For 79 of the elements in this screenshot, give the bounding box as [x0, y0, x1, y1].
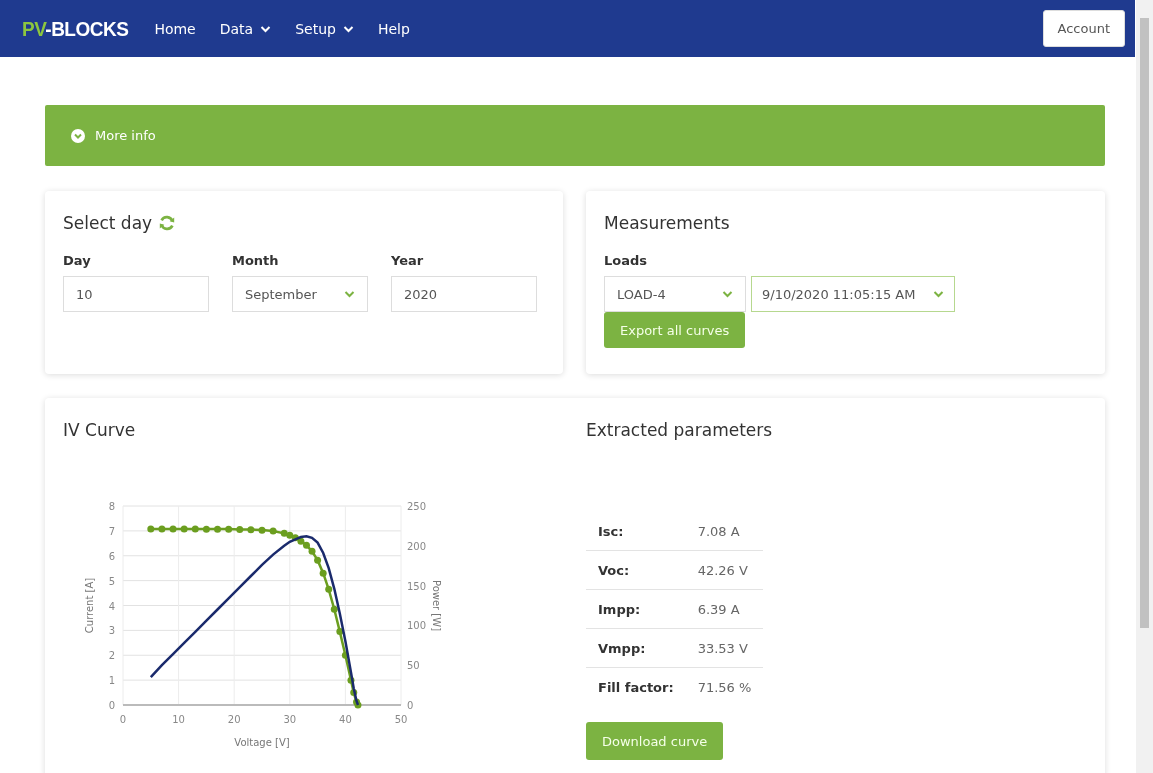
data-point — [169, 525, 177, 533]
time-select[interactable]: 9/10/2020 11:05:15 AM — [751, 276, 955, 312]
logo[interactable]: PV-BLOCKS — [22, 16, 129, 41]
tick-label: 50 — [407, 660, 420, 672]
tick-label: 4 — [108, 600, 115, 612]
data-point — [325, 585, 333, 593]
data-point — [191, 525, 199, 533]
nav-link[interactable]: Data — [219, 20, 272, 37]
tick-label: 0 — [108, 700, 115, 711]
tick-label: 20 — [227, 714, 241, 725]
tick-label: 0 — [119, 714, 127, 725]
data-point — [347, 676, 355, 684]
data-point — [269, 527, 277, 535]
scrollbar-thumb[interactable] — [1140, 18, 1149, 628]
data-point — [319, 569, 327, 577]
data-point — [180, 525, 188, 533]
field-label: Loads — [604, 253, 648, 268]
scrollbar[interactable] — [1136, 0, 1153, 773]
data-point — [336, 628, 344, 636]
axis-title: Current [A] — [84, 577, 95, 634]
tick-label: 40 — [339, 714, 352, 725]
parameter-name: Voc: — [586, 550, 686, 590]
tick-label: 250 — [407, 501, 427, 512]
tick-label: 5 — [108, 575, 115, 587]
tick-label: 2 — [108, 650, 115, 662]
data-point — [236, 525, 244, 533]
tick-label: 7 — [108, 525, 115, 537]
tick-label: 150 — [407, 580, 427, 592]
parameter-value: 42.26 V — [685, 550, 764, 590]
parameter-value: 6.39 A — [685, 589, 764, 629]
data-point — [214, 525, 221, 533]
load-select[interactable]: LOAD-4 — [604, 276, 746, 312]
card-title: Extracted parameters — [586, 420, 773, 440]
parameter-name: Fill factor: — [586, 667, 686, 706]
data-point — [341, 651, 349, 659]
field-label: Year — [391, 253, 425, 268]
data-point — [225, 525, 233, 533]
data-point — [258, 526, 266, 534]
tick-label: 3 — [108, 625, 115, 637]
card-title: Measurements — [604, 213, 730, 233]
parameter-name: Isc: — [586, 512, 686, 551]
tick-label: 6 — [108, 550, 115, 562]
info-label: More info — [95, 128, 156, 143]
chevron-down-icon — [722, 290, 733, 298]
tick-label: 30 — [283, 714, 297, 725]
data-point — [202, 525, 210, 533]
card-title: IV Curve — [63, 420, 136, 440]
parameter-value: 71.56 % — [685, 667, 764, 706]
month-select[interactable]: September — [232, 276, 368, 312]
axis-title: Power [W] — [431, 579, 442, 632]
nav-link[interactable]: Help — [377, 20, 410, 37]
parameter-value: 33.53 V — [685, 628, 764, 668]
parameter-name: Vmpp: — [586, 628, 686, 668]
parameter-value: 7.08 A — [685, 512, 764, 551]
data-point — [158, 525, 166, 533]
tick-label: 10 — [172, 714, 185, 725]
input-field[interactable]: 2020 — [391, 276, 537, 312]
tick-label: 50 — [394, 714, 408, 725]
data-point — [247, 526, 255, 534]
tick-label: 100 — [407, 620, 427, 632]
tick-label: 8 — [108, 501, 115, 512]
nav-link[interactable]: Setup — [295, 20, 354, 37]
chevron-down-icon — [344, 290, 355, 298]
input-field[interactable]: 10 — [63, 276, 209, 312]
tick-label: 200 — [407, 540, 427, 552]
tick-label: 1 — [108, 675, 115, 687]
chevron-down-icon — [933, 290, 944, 298]
data-point — [147, 525, 155, 533]
axis-title: Voltage [V] — [234, 737, 290, 748]
nav-link[interactable]: Home — [154, 20, 196, 37]
tick-label: 0 — [407, 700, 414, 711]
data-point — [330, 605, 338, 613]
chevron-circle-icon — [71, 128, 85, 143]
parameter-name: Impp: — [586, 589, 686, 629]
account-button[interactable]: Account — [1042, 10, 1125, 47]
field-label: Day — [63, 253, 92, 268]
refresh-icon[interactable] — [158, 214, 177, 232]
card-title: Select day — [63, 213, 153, 233]
field-label: Month — [232, 253, 280, 268]
